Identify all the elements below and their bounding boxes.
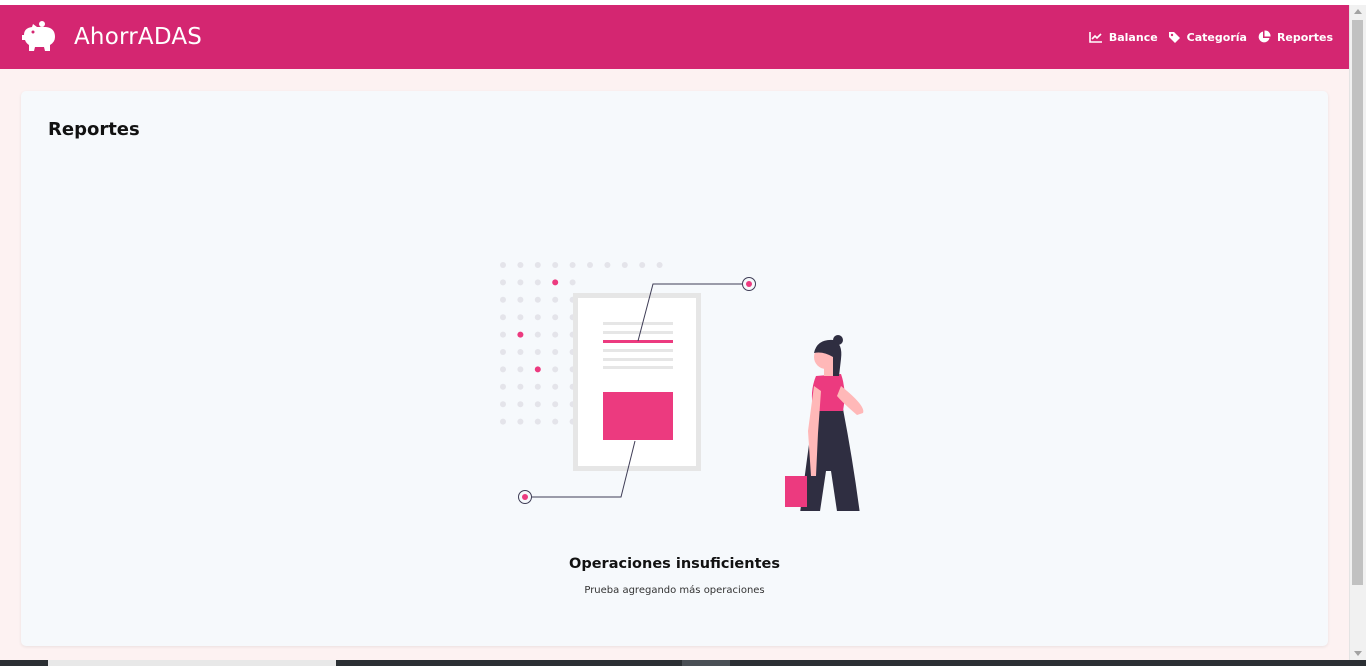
nav-link-reportes-label: Reportes [1276,30,1333,44]
grid-dot [517,383,524,390]
grid-dot [604,262,611,268]
grid-dot [517,401,524,408]
brand[interactable]: AhorrADAS [20,20,202,54]
brand-title: AhorrADAS [74,24,203,50]
document-line [603,322,673,325]
document-line [603,358,673,361]
chart-pie-icon [1257,30,1271,44]
empty-state-illustration-svg [500,262,891,579]
grid-dot [500,366,506,373]
woman-figure [761,335,891,579]
grid-dot [517,279,524,286]
page: AhorrADAS Balance Categoría Reportes Rep… [0,0,1366,666]
scroll-thumb[interactable] [1352,20,1363,585]
empty-state-subtitle: Prueba agregando más operaciones [584,585,765,596]
grid-dot [569,262,576,268]
grid-dot [656,262,663,268]
connector-node-bottom-dot [522,494,528,500]
grid-dot [552,401,559,408]
grid-dot [517,366,524,373]
vertical-scrollbar[interactable] [1349,5,1366,660]
chart-line-icon [1089,31,1103,43]
grid-dot [534,401,541,408]
grid-dot [534,279,541,286]
navbar: AhorrADAS Balance Categoría Reportes [0,5,1349,69]
grid-dot [534,331,541,338]
taskbar-item[interactable] [48,660,336,666]
grid-dot [534,262,541,268]
scroll-up-icon[interactable] [1354,9,1362,14]
grid-dot [517,262,524,268]
grid-dot [534,314,541,321]
grid-dot [500,279,506,286]
grid-dot [569,279,576,286]
grid-dot [552,349,559,355]
document-line [603,349,673,352]
grid-dot [517,314,524,321]
grid-dot [552,331,559,338]
grid-dot [534,383,541,390]
grid-dot [500,314,506,321]
grid-dot [552,279,559,286]
document-line [603,331,673,334]
tag-icon [1168,31,1181,44]
grid-dot [552,296,559,303]
empty-state-illustration [471,171,911,579]
nav-link-categoria[interactable]: Categoría [1168,29,1247,46]
grid-dot [552,314,559,321]
grid-dot [552,366,559,373]
reports-card: Reportes Operaciones insuficientes Prueb… [21,91,1328,646]
grid-dot [500,331,506,338]
grid-dot [639,262,646,268]
page-title: Reportes [48,119,140,140]
nav-link-reportes[interactable]: Reportes [1257,28,1333,46]
piggy-bank-icon [20,20,60,54]
empty-state-title: Operaciones insuficientes [569,556,780,572]
nav-link-categoria-label: Categoría [1186,30,1247,44]
taskbar-item[interactable] [682,660,730,666]
scroll-down-icon[interactable] [1354,651,1362,656]
grid-dot [500,349,506,355]
grid-dot [517,418,524,425]
grid-dot [534,349,541,355]
document-line [603,366,673,369]
taskbar [0,660,1366,666]
grid-dot [500,418,506,425]
grid-dot [552,418,559,425]
nav-link-balance-label: Balance [1108,30,1158,44]
grid-dot [534,418,541,425]
grid-dot [552,262,559,268]
grid-dot [552,383,559,390]
grid-dot [500,262,506,268]
document-block [603,392,673,440]
grid-dot [500,296,506,303]
grid-dot [534,296,541,303]
connector-node-top-dot [746,281,752,287]
grid-dot [534,366,541,373]
grid-dot [500,383,506,390]
grid-dot [517,331,524,338]
grid-dot [500,401,506,408]
grid-dot [517,349,524,355]
grid-dot [621,262,628,268]
nav-link-balance[interactable]: Balance [1089,29,1158,46]
grid-dot [517,296,524,303]
grid-dot [587,262,593,268]
nav-links: Balance Categoría Reportes [1089,28,1333,46]
